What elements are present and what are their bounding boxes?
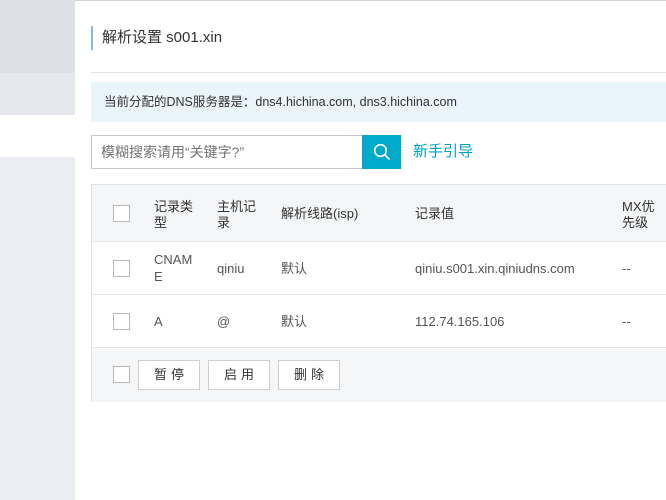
pause-button[interactable]: 暂停 xyxy=(138,360,200,390)
sidebar-header xyxy=(0,0,75,73)
dns-settings-page: 解析设置 s001.xin 当前分配的DNS服务器是：dns4.hichina.… xyxy=(0,0,666,500)
record-value: 112.74.165.106 xyxy=(415,314,505,329)
column-header-value[interactable]: 记录值 xyxy=(415,206,454,222)
resolution-line: 默认 xyxy=(281,261,308,276)
footer-select-checkbox[interactable] xyxy=(113,366,130,383)
table-header: 记录类型 主机记录 解析线路(isp) 记录值 MX优先级 xyxy=(92,185,666,242)
table-row[interactable]: CNAME qiniu 默认 qiniu.s001.xin.qiniudns.c… xyxy=(92,242,666,295)
sidebar-item[interactable] xyxy=(0,73,75,115)
beginner-guide-link[interactable]: 新手引导 xyxy=(413,143,473,161)
column-header-host[interactable]: 主机记录 xyxy=(217,199,261,231)
top-divider xyxy=(75,0,666,1)
header-divider xyxy=(91,72,666,73)
delete-button[interactable]: 删除 xyxy=(278,360,340,390)
sidebar xyxy=(0,0,75,500)
mx-priority: -- xyxy=(622,314,631,329)
column-header-type[interactable]: 记录类型 xyxy=(154,199,198,231)
search-input[interactable] xyxy=(91,135,363,169)
select-all-checkbox[interactable] xyxy=(113,205,130,222)
dns-server-notice: 当前分配的DNS服务器是：dns4.hichina.com, dns3.hich… xyxy=(91,82,666,122)
record-type: CNAME xyxy=(154,252,193,284)
table-row[interactable]: A @ 默认 112.74.165.106 -- xyxy=(92,295,666,348)
resolution-line: 默认 xyxy=(281,314,308,329)
page-title: 解析设置 s001.xin xyxy=(91,26,222,50)
mx-priority: -- xyxy=(622,261,631,276)
search-button[interactable] xyxy=(362,135,401,169)
host-record: @ xyxy=(217,314,231,329)
host-record: qiniu xyxy=(217,261,245,276)
sidebar-item-active[interactable] xyxy=(0,115,75,157)
record-value: qiniu.s001.xin.qiniudns.com xyxy=(415,261,575,276)
dns-records-table: 记录类型 主机记录 解析线路(isp) 记录值 MX优先级 CNAME qini… xyxy=(91,184,666,402)
column-header-mx[interactable]: MX优先级 xyxy=(622,199,666,231)
enable-button[interactable]: 启用 xyxy=(208,360,270,390)
table-footer-actions: 暂停 启用 删除 xyxy=(92,348,666,402)
record-type: A xyxy=(154,314,163,329)
row-checkbox[interactable] xyxy=(113,313,130,330)
row-checkbox[interactable] xyxy=(113,260,130,277)
column-header-line[interactable]: 解析线路(isp) xyxy=(281,206,358,222)
search-icon xyxy=(373,143,390,160)
